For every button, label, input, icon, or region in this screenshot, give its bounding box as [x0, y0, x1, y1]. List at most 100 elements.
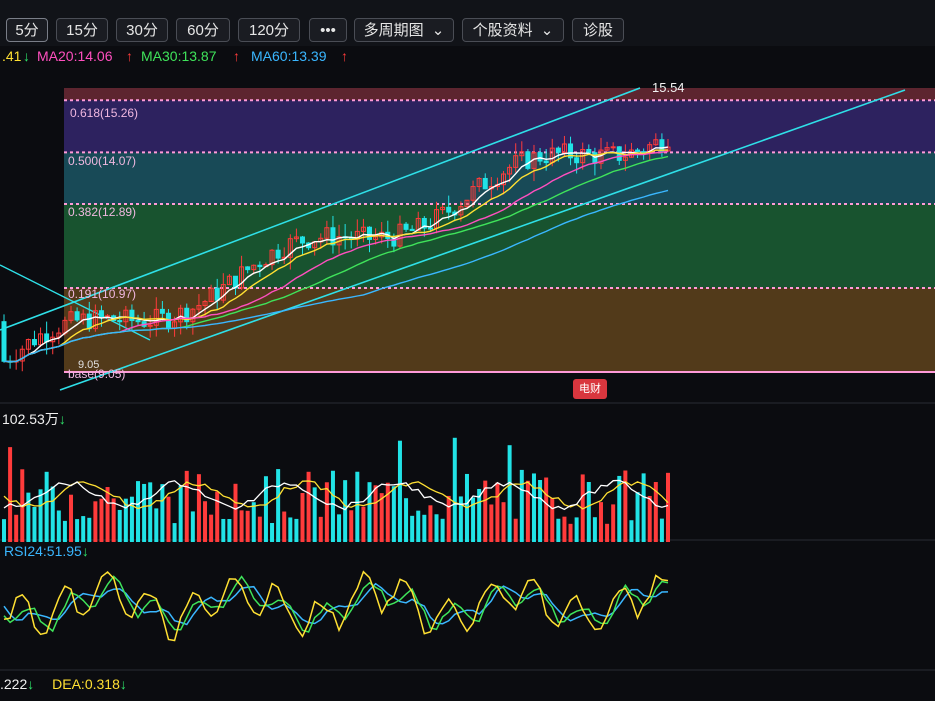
candle-body: [214, 287, 220, 301]
candle-body: [403, 223, 409, 230]
volume-bar: [385, 482, 390, 542]
volume-bar: [343, 480, 348, 542]
volume-bar: [221, 518, 226, 542]
volume-bar: [276, 469, 281, 542]
fib-band-3: [64, 203, 935, 288]
candle-body: [409, 228, 415, 231]
volume-bar: [227, 519, 232, 542]
candle-body: [245, 266, 251, 271]
volume-bar: [592, 517, 597, 542]
rsi-arrow-icon: ↓: [81, 543, 89, 559]
event-badge[interactable]: 电财: [573, 379, 607, 399]
volume-bar: [257, 516, 262, 542]
volume-bar: [300, 492, 305, 542]
macd-diff-value: .222: [0, 676, 28, 692]
candle-body: [275, 249, 281, 259]
volume-bar: [647, 495, 652, 542]
volume-bar: [2, 519, 6, 542]
volume-bar: [111, 498, 116, 542]
volume-bar: [44, 471, 49, 542]
volume-arrow-icon: ↓: [58, 411, 66, 427]
volume-bar: [14, 514, 19, 542]
volume-bar: [525, 480, 530, 542]
volume-bar: [550, 498, 555, 542]
candle-body: [555, 147, 561, 153]
candle-body: [482, 177, 488, 190]
volume-bar: [330, 470, 335, 542]
volume-bar: [172, 523, 177, 542]
macd-label: .222↓ DEA:0.318↓: [0, 676, 127, 692]
macd-diff-arrow-icon: ↓: [27, 676, 35, 692]
candle-body: [117, 320, 123, 323]
volume-bar: [666, 472, 670, 542]
volume-bar: [659, 518, 664, 542]
volume-bar: [501, 502, 506, 542]
candle-body: [1, 321, 7, 362]
candle-body: [427, 227, 433, 230]
volume-bar: [519, 469, 524, 542]
low-price-label: 9.05: [78, 359, 100, 371]
volume-bar: [56, 510, 61, 542]
candle-body: [525, 151, 531, 169]
volume-bar: [568, 523, 573, 542]
volume-bar: [148, 482, 153, 542]
volume-bar: [611, 504, 616, 542]
volume-bar: [373, 485, 378, 542]
volume-bar: [166, 496, 171, 542]
candle-body: [446, 206, 452, 213]
volume-bar: [605, 523, 610, 542]
volume-bar: [452, 437, 457, 542]
volume-bar: [507, 445, 512, 542]
volume-bar: [446, 495, 451, 542]
candle-body: [592, 152, 598, 164]
volume-bar: [81, 516, 86, 542]
volume-bar: [154, 508, 159, 542]
volume-bar: [404, 498, 409, 542]
rsi-value: RSI24:51.95: [4, 543, 82, 559]
volume-bar: [434, 514, 439, 542]
volume-bar: [440, 518, 445, 542]
volume-bar: [251, 502, 256, 542]
volume-bar: [337, 514, 342, 542]
candle-body: [129, 309, 135, 322]
volume-bar: [75, 519, 80, 542]
volume-bar: [367, 482, 372, 542]
volume-bar: [531, 473, 536, 542]
volume-bar: [288, 517, 293, 542]
macd-dea-arrow-icon: ↓: [119, 676, 127, 692]
candle-body: [98, 310, 104, 318]
volume-bar: [586, 482, 591, 542]
volume-bar: [306, 471, 311, 542]
volume-bar: [8, 447, 13, 542]
volume-bar: [635, 492, 640, 542]
volume-bar: [93, 501, 98, 542]
volume-bar: [513, 518, 518, 542]
candle-body: [610, 146, 616, 149]
volume-bar: [87, 517, 92, 542]
volume-bar: [416, 510, 421, 542]
candle-body: [543, 160, 549, 164]
volume-bar: [598, 502, 603, 542]
volume-bar: [99, 498, 104, 542]
candle-body: [537, 152, 543, 162]
fib-label-0500: 0.500(14.07): [68, 154, 137, 168]
candle-body: [86, 313, 92, 330]
volume-bar: [428, 505, 433, 542]
volume-bar: [397, 440, 402, 542]
macd-dea-value: DEA:0.318: [52, 676, 120, 692]
volume-bar: [50, 486, 55, 542]
volume-bar: [38, 489, 43, 542]
volume-bar: [270, 523, 275, 542]
volume-bar: [62, 520, 67, 542]
kline-chart[interactable]: [0, 0, 935, 701]
volume-bar: [160, 484, 165, 542]
volume-bar: [32, 506, 37, 542]
volume-bar: [203, 501, 208, 542]
fib-label-0191: 0.191(10.97): [68, 287, 137, 301]
volume-bar: [178, 485, 183, 542]
volume-bar: [629, 520, 634, 542]
volume-bar: [263, 476, 268, 542]
volume-ma-line-1: [3, 479, 669, 511]
volume-bar: [117, 509, 122, 542]
candle-body: [659, 139, 665, 152]
